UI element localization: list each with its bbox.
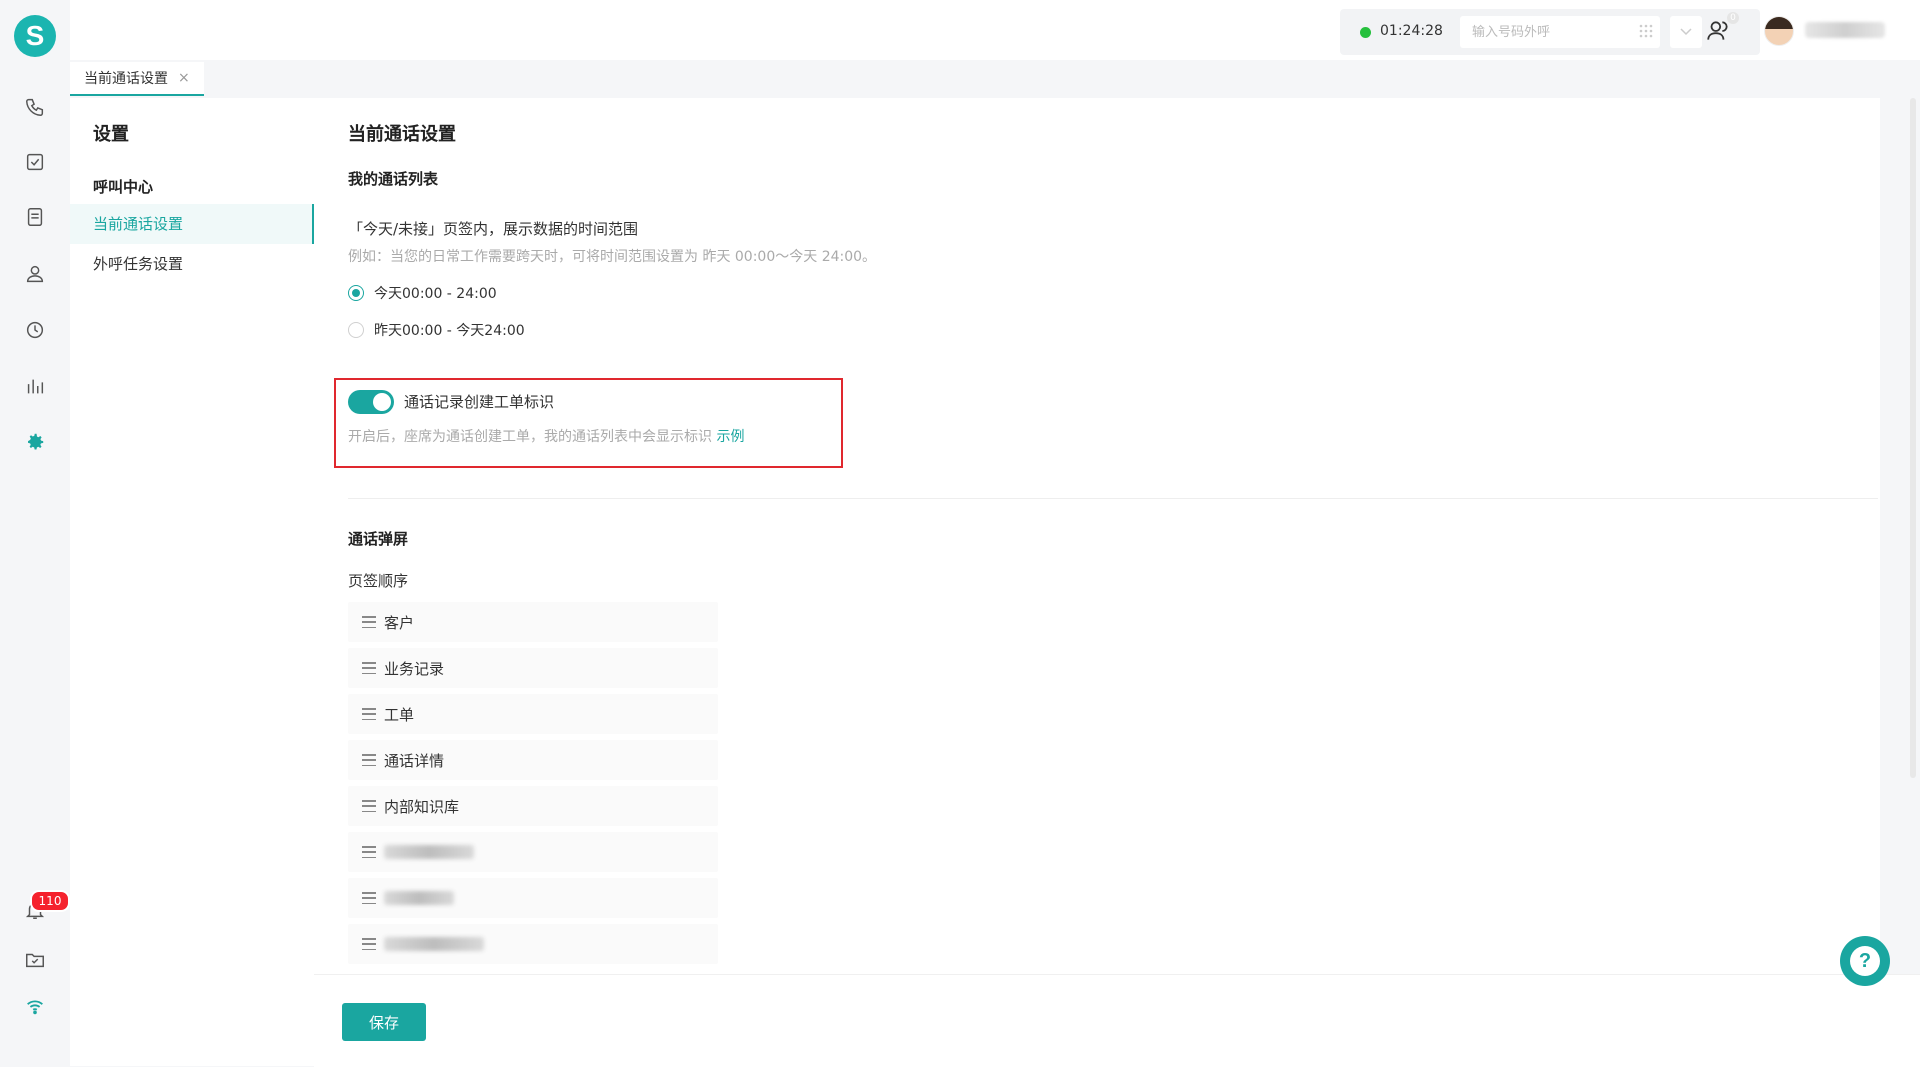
list-item-redacted[interactable]: [348, 924, 718, 964]
list-item-label: 工单: [384, 705, 415, 724]
help-question-icon: ?: [1850, 946, 1880, 976]
list-item-label: 通话详情: [384, 751, 445, 770]
section-divider: [348, 498, 1878, 499]
tab-current-call-settings[interactable]: 当前通话设置 ×: [70, 62, 204, 96]
settings-sidebar: 设置 呼叫中心 当前通话设置 外呼任务设置: [70, 98, 314, 1066]
settings-gear-icon[interactable]: [23, 430, 47, 454]
left-rail: S 110: [0, 0, 71, 1066]
chevron-down-icon: [1680, 28, 1692, 36]
save-button[interactable]: 保存: [342, 1003, 426, 1041]
dial-dropdown-button[interactable]: [1670, 16, 1702, 48]
dialpad-icon[interactable]: [1638, 23, 1654, 39]
history-clock-icon[interactable]: [23, 318, 47, 342]
nav-item-current-call-settings[interactable]: 当前通话设置: [70, 204, 314, 244]
nav-item-outbound-task-settings[interactable]: 外呼任务设置: [70, 244, 314, 284]
drag-handle-icon[interactable]: [362, 800, 376, 812]
range-label: 「今天/未接」页签内，展示数据的时间范围: [348, 220, 639, 238]
list-item[interactable]: 通话详情: [348, 740, 718, 780]
folder-icon[interactable]: [23, 948, 47, 972]
contacts-icon[interactable]: [23, 262, 47, 286]
help-button[interactable]: ?: [1840, 936, 1890, 986]
drag-handle-icon[interactable]: [362, 754, 376, 766]
section-popup-title: 通话弹屏: [348, 530, 409, 548]
radio-button-checked[interactable]: [348, 285, 364, 301]
page-title: 当前通话设置: [348, 124, 456, 145]
toggle-description-text: 开启后，座席为通话创建工单，我的通话列表中会显示标识: [348, 429, 712, 445]
footer-bar: 保存: [314, 974, 1920, 1067]
list-item[interactable]: 业务记录: [348, 648, 718, 688]
list-item-label: 业务记录: [384, 659, 445, 678]
list-item-label: 内部知识库: [384, 797, 460, 816]
list-item-redacted[interactable]: [348, 832, 718, 872]
top-bar: 01:24:28 0: [70, 0, 1920, 61]
wifi-icon: [23, 994, 47, 1018]
ticket-mark-toggle[interactable]: [348, 390, 394, 414]
logo-letter: S: [25, 20, 45, 51]
toggle-description: 开启后，座席为通话创建工单，我的通话列表中会显示标识 示例: [348, 426, 744, 446]
tab-strip: 当前通话设置 ×: [70, 60, 1920, 98]
call-widget: 01:24:28: [1340, 9, 1760, 55]
user-avatar[interactable]: [1764, 16, 1794, 46]
list-item[interactable]: 内部知识库: [348, 786, 718, 826]
radio-today[interactable]: 今天00:00 - 24:00: [348, 283, 497, 303]
content-scrollbar[interactable]: [1910, 98, 1916, 778]
toggle-label: 通话记录创建工单标识: [404, 393, 555, 411]
bar-chart-icon[interactable]: [23, 374, 47, 398]
list-item[interactable]: 客户: [348, 602, 718, 642]
list-item-redacted[interactable]: [348, 878, 718, 918]
drag-handle-icon[interactable]: [362, 708, 376, 720]
range-hint: 例如：当您的日常工作需要跨天时，可将时间范围设置为 昨天 00:00～今天 24…: [348, 249, 877, 265]
example-link[interactable]: 示例: [716, 429, 744, 445]
radio-label: 今天00:00 - 24:00: [374, 286, 497, 302]
settings-title: 设置: [93, 124, 129, 145]
radio-yesterday-today[interactable]: 昨天00:00 - 今天24:00: [348, 320, 525, 340]
tab-order-label: 页签顺序: [348, 572, 409, 590]
app-logo[interactable]: S: [14, 15, 56, 57]
agents-badge: 0: [1727, 12, 1739, 24]
dial-number-input[interactable]: [1460, 16, 1660, 48]
close-icon[interactable]: ×: [178, 70, 190, 86]
drag-handle-icon[interactable]: [362, 662, 376, 674]
username-redacted[interactable]: [1805, 22, 1885, 38]
radio-label: 昨天00:00 - 今天24:00: [374, 323, 525, 339]
tab-label: 当前通话设置: [84, 71, 168, 87]
drag-handle-icon[interactable]: [362, 938, 376, 950]
drag-handle-icon[interactable]: [362, 846, 376, 858]
nav-group-call-center: 呼叫中心: [93, 178, 154, 196]
list-item[interactable]: 工单: [348, 694, 718, 734]
settings-content: 当前通话设置 我的通话列表 「今天/未接」页签内，展示数据的时间范围 例如：当您…: [314, 98, 1880, 974]
redacted-label: [384, 845, 474, 859]
section-my-calls-title: 我的通话列表: [348, 170, 439, 188]
notification-badge: 110: [30, 890, 70, 912]
tab-order-list: 客户 业务记录 工单 通话详情 内部知识库: [348, 602, 718, 970]
call-timer: 01:24:28: [1380, 23, 1443, 39]
redacted-label: [384, 937, 484, 951]
task-check-icon[interactable]: [23, 150, 47, 174]
drag-handle-icon[interactable]: [362, 892, 376, 904]
drag-handle-icon[interactable]: [362, 616, 376, 628]
list-item-label: 客户: [384, 613, 415, 632]
redacted-label: [384, 891, 454, 905]
agents-icon[interactable]: [1705, 18, 1731, 44]
phone-icon[interactable]: [23, 95, 47, 119]
radio-button[interactable]: [348, 322, 364, 338]
call-status-dot: [1360, 27, 1371, 38]
document-icon[interactable]: [23, 205, 47, 229]
